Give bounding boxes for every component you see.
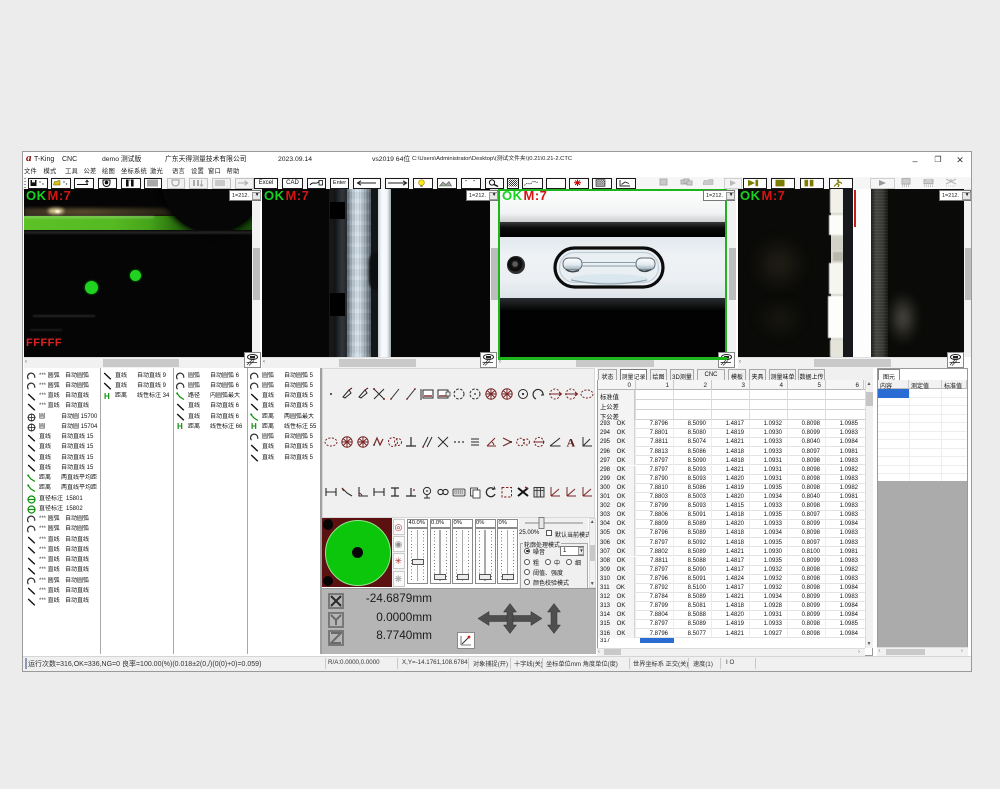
svg-text:A: A: [567, 436, 576, 450]
